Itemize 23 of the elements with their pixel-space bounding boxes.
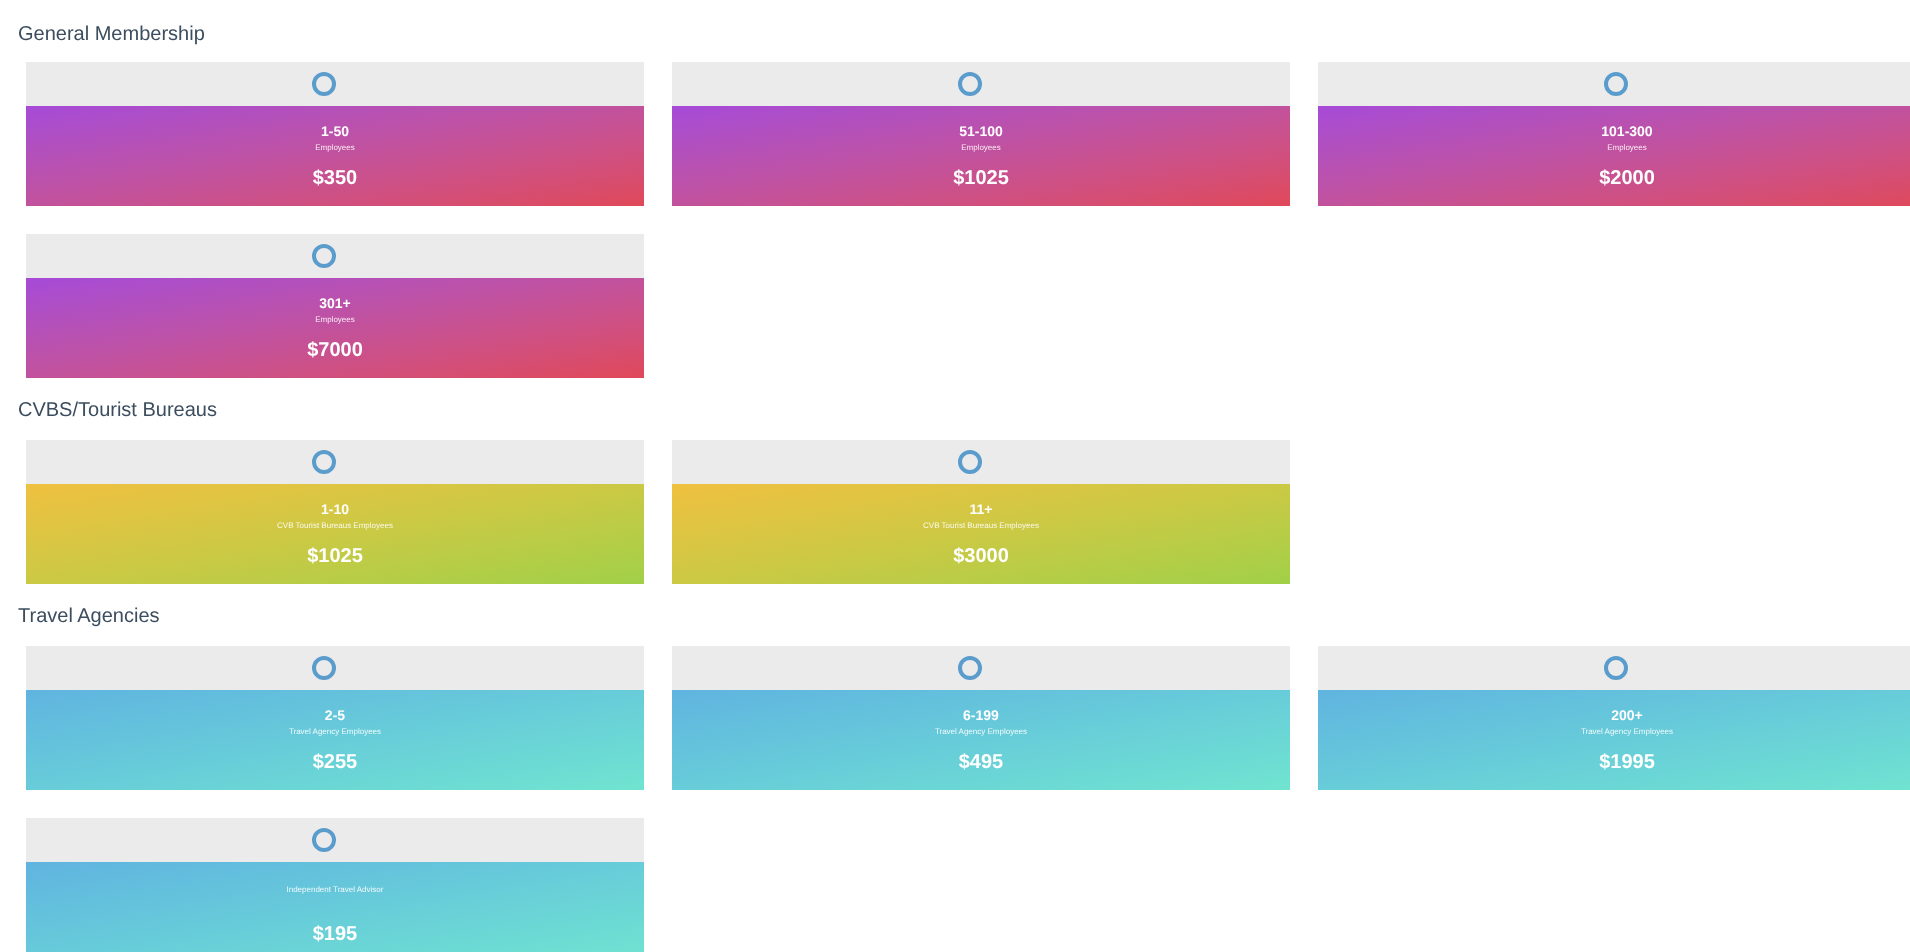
radio-button[interactable]	[311, 244, 335, 268]
section-heading: Travel Agencies	[16, 604, 162, 632]
section-heading: General Membership	[16, 22, 207, 50]
price: $350	[312, 166, 358, 194]
price: $2000	[1599, 166, 1655, 194]
radio-button[interactable]	[311, 656, 335, 680]
radio-button[interactable]	[957, 450, 981, 474]
price: $495	[958, 750, 1004, 778]
radio-button[interactable]	[957, 72, 981, 96]
price: $1025	[307, 544, 363, 572]
price: $7000	[307, 338, 363, 366]
price: $1025	[953, 166, 1009, 194]
radio-button[interactable]	[311, 72, 335, 96]
price: $1995	[1599, 750, 1655, 778]
radio-button[interactable]	[1603, 656, 1627, 680]
radio-button[interactable]	[957, 656, 981, 680]
price: $3000	[953, 544, 1009, 572]
radio-button[interactable]	[311, 450, 335, 474]
section-heading: CVBS/Tourist Bureaus	[16, 398, 219, 426]
price: $195	[312, 922, 358, 950]
radio-button[interactable]	[1603, 72, 1627, 96]
price: $255	[312, 750, 358, 778]
radio-button[interactable]	[311, 828, 335, 852]
